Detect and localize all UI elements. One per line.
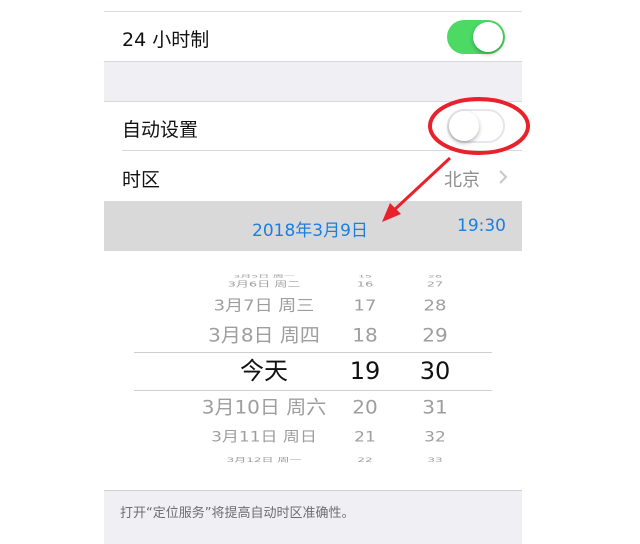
annotation-circle [428, 97, 530, 155]
annotation-arrow-shaft [390, 156, 452, 214]
annotation-overlay [382, 97, 530, 222]
